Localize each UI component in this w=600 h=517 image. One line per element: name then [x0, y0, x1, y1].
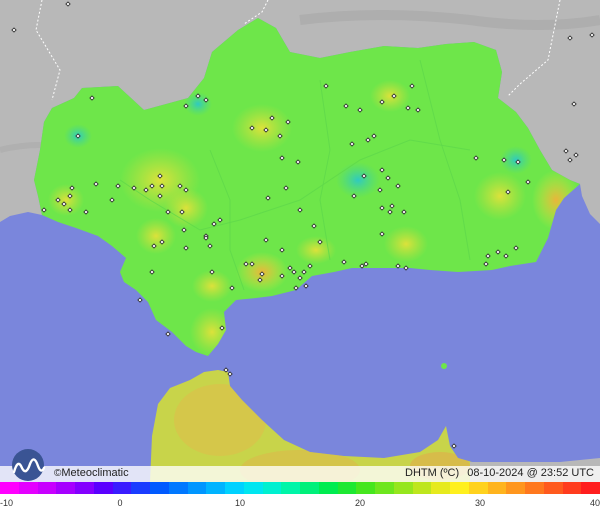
color-swatch [337, 482, 357, 494]
color-swatch [356, 482, 375, 494]
brand-name: Meteoclimatic [61, 467, 129, 479]
scale-tick-label: 0 [117, 498, 123, 508]
color-swatch [562, 482, 582, 494]
color-swatch [581, 482, 600, 494]
scale-tick-label: 20 [354, 498, 366, 508]
scale-tick-label: 30 [474, 498, 486, 508]
color-swatch [131, 482, 150, 494]
color-scale-legend: -10 0 10 20 30 40 [0, 482, 600, 517]
color-swatch [318, 482, 338, 494]
color-swatch [506, 482, 525, 494]
color-swatch [37, 482, 57, 494]
color-swatch [262, 482, 282, 494]
scale-tick-label: 40 [589, 498, 600, 508]
color-swatch [0, 482, 19, 494]
color-swatch [525, 482, 544, 494]
color-swatch [150, 482, 169, 494]
color-swatch [243, 482, 263, 494]
color-swatch [75, 482, 94, 494]
color-swatch [300, 482, 319, 494]
color-swatch [225, 482, 244, 494]
color-swatch [450, 482, 469, 494]
scale-tick-label: -10 [0, 498, 14, 508]
color-swatch [487, 482, 507, 494]
brand-label: ©Meteoclimatic [54, 467, 129, 479]
color-swatch [393, 482, 413, 494]
color-swatch [18, 482, 38, 494]
meteoclimatic-logo-icon [12, 449, 46, 481]
color-scale-labels: -10 0 10 20 30 40 [0, 498, 600, 512]
color-swatch [543, 482, 563, 494]
color-swatch [206, 482, 225, 494]
color-swatch [168, 482, 188, 494]
map-caption: DHTM (ºC) 08-10-2024 @ 23:52 UTC [403, 467, 594, 479]
brand[interactable]: ©Meteoclimatic [6, 448, 156, 482]
island [441, 363, 447, 369]
color-swatch [431, 482, 450, 494]
color-swatch [187, 482, 207, 494]
map-stage: ©Meteoclimatic DHTM (ºC) 08-10-2024 @ 23… [0, 0, 600, 517]
caption-datetime: 08-10-2024 @ 23:52 UTC [467, 467, 594, 479]
temperature-map [0, 0, 600, 482]
color-swatch [281, 482, 300, 494]
color-swatch [412, 482, 432, 494]
color-scale-bar [0, 482, 600, 494]
caption-variable: DHTM (ºC) [405, 467, 460, 479]
color-swatch [112, 482, 132, 494]
color-swatch [375, 482, 394, 494]
color-swatch [56, 482, 75, 494]
color-swatch [93, 482, 113, 494]
scale-tick-label: 10 [234, 498, 246, 508]
color-swatch [468, 482, 488, 494]
